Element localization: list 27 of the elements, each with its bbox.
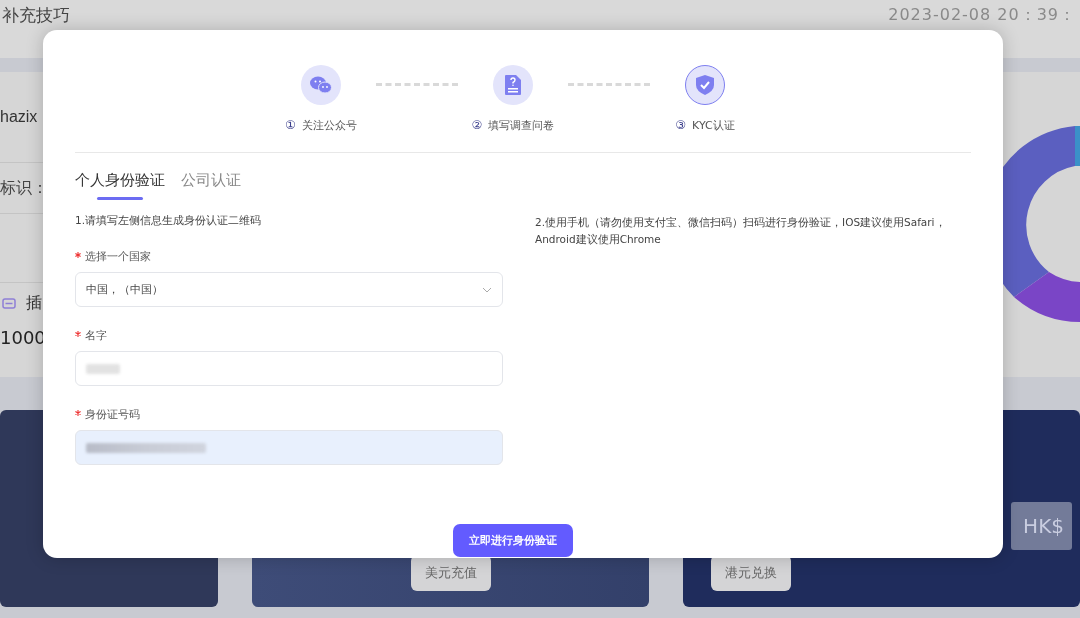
date-time: 2023-02-08 20：39： <box>888 5 1076 25</box>
input-field[interactable] <box>75 430 504 465</box>
field-label: 名字 <box>85 328 107 343</box>
blurred-text <box>86 363 120 374</box>
input-field[interactable] <box>75 351 504 386</box>
step-label: ① 关注公众号 <box>285 118 357 133</box>
tab[interactable]: 公司认证 <box>181 171 241 200</box>
instruction-text: 2.使用手机（请勿使用支付宝、微信扫码）扫码进行身份验证，IOS建议使用Safari，Android建议使用Chrome <box>535 215 947 247</box>
currency-card: HK$ <box>1011 502 1072 550</box>
chat-icon <box>310 76 332 94</box>
menu-item[interactable]: 插 <box>26 292 42 314</box>
submit-button[interactable]: 立即进行身份验证 <box>453 524 573 557</box>
chevron-down-icon <box>482 286 493 293</box>
document-icon <box>505 75 521 95</box>
shield-icon <box>696 75 714 95</box>
amount: 1000 <box>0 327 46 348</box>
field-label: 选择一个国家 <box>85 249 151 264</box>
field-label: 身份证号码 <box>85 407 140 422</box>
step-label: ③ KYC认证 <box>675 118 735 133</box>
instruction-text: 1.请填写左侧信息生成身份认证二维码 <box>75 214 263 228</box>
country-select[interactable]: 中国，（中国） <box>75 272 504 307</box>
step-label: ② 填写调查问卷 <box>471 118 555 133</box>
page-title: 补充技巧 <box>2 5 70 25</box>
card-icon <box>2 297 16 309</box>
field-label: 标识： <box>0 177 48 199</box>
username: hazix <box>0 108 38 126</box>
tab[interactable]: 个人身份验证 <box>75 171 165 200</box>
